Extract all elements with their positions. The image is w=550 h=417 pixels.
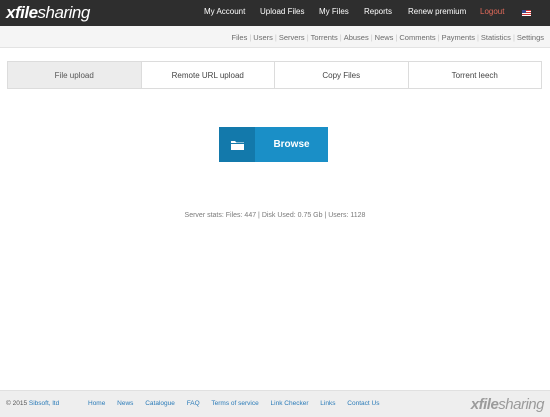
- admin-nav-item-abuses[interactable]: Abuses: [344, 33, 369, 42]
- nav-reports[interactable]: Reports: [364, 7, 392, 16]
- logo-x: x: [6, 3, 15, 22]
- admin-nav-item-payments[interactable]: Payments: [442, 33, 475, 42]
- footer-link-links[interactable]: Links: [320, 400, 335, 407]
- admin-nav-separator: |: [339, 33, 342, 42]
- footer-logo-sharing: sharing: [498, 396, 544, 413]
- us-flag-icon[interactable]: [522, 10, 531, 16]
- footer-link-contact[interactable]: Contact Us: [347, 400, 379, 407]
- folder-icon: [219, 127, 255, 162]
- footer-link-catalogue[interactable]: Catalogue: [145, 400, 175, 407]
- admin-nav-separator: |: [370, 33, 373, 42]
- upload-tabs: File upload Remote URL upload Copy Files…: [7, 61, 542, 89]
- admin-nav-item-settings[interactable]: Settings: [517, 33, 544, 42]
- admin-nav-item-news[interactable]: News: [375, 33, 394, 42]
- admin-nav-item-statistics[interactable]: Statistics: [481, 33, 511, 42]
- admin-nav-separator: |: [306, 33, 309, 42]
- admin-nav: Files | Users | Servers | Torrents | Abuses | News…: [0, 26, 550, 48]
- nav-my-account[interactable]: My Account: [204, 7, 245, 16]
- copyright-year: © 2015: [6, 400, 28, 407]
- nav-upload-files[interactable]: Upload Files: [260, 7, 304, 16]
- admin-nav-item-torrents[interactable]: Torrents: [311, 33, 338, 42]
- footer-logo[interactable]: xfilesharing: [470, 396, 545, 413]
- admin-nav-separator: |: [249, 33, 252, 42]
- copyright: © 2015 Sibsoft, ltd: [6, 400, 59, 407]
- nav-logout[interactable]: Logout: [480, 7, 504, 16]
- admin-nav-separator: |: [476, 33, 479, 42]
- footer-link-terms[interactable]: Terms of service: [211, 400, 258, 407]
- footer-link-link-checker[interactable]: Link Checker: [271, 400, 309, 407]
- footer-link-news[interactable]: News: [117, 400, 133, 407]
- logo-sharing: sharing: [37, 3, 91, 22]
- admin-nav-items: Files | Users | Servers | Torrents | Abuses | News…: [232, 33, 545, 42]
- server-stats: Server stats: Files: 447 | Disk Used: 0.…: [184, 212, 366, 219]
- site-logo[interactable]: xfilesharing: [6, 3, 90, 23]
- admin-nav-separator: |: [395, 33, 398, 42]
- admin-nav-separator: |: [512, 33, 515, 42]
- browse-label: Browse: [273, 139, 310, 150]
- footer-logo-x: x: [470, 396, 479, 413]
- footer-link-faq[interactable]: FAQ: [187, 400, 200, 407]
- company-link[interactable]: Sibsoft, ltd: [29, 400, 59, 407]
- browse-button[interactable]: Browse: [219, 127, 328, 162]
- footer: © 2015 Sibsoft, ltd Home News Catalogue …: [0, 390, 550, 417]
- logo-file: file: [14, 3, 38, 22]
- tab-copy-files[interactable]: Copy Files: [275, 62, 409, 88]
- admin-nav-item-files[interactable]: Files: [232, 33, 248, 42]
- footer-links: Home News Catalogue FAQ Terms of service…: [88, 400, 389, 407]
- nav-renew-premium[interactable]: Renew premium: [408, 7, 466, 16]
- tab-torrent-leech[interactable]: Torrent leech: [409, 62, 542, 88]
- tab-remote-url-upload[interactable]: Remote URL upload: [142, 62, 275, 88]
- footer-logo-file: file: [478, 396, 499, 413]
- admin-nav-item-users[interactable]: Users: [253, 33, 273, 42]
- nav-my-files[interactable]: My Files: [319, 7, 349, 16]
- footer-link-home[interactable]: Home: [88, 400, 105, 407]
- admin-nav-separator: |: [274, 33, 277, 42]
- tab-file-upload[interactable]: File upload: [8, 62, 142, 88]
- admin-nav-item-comments[interactable]: Comments: [399, 33, 435, 42]
- top-bar: xfilesharing My Account Upload Files My …: [0, 0, 550, 26]
- admin-nav-item-servers[interactable]: Servers: [279, 33, 305, 42]
- admin-nav-separator: |: [437, 33, 440, 42]
